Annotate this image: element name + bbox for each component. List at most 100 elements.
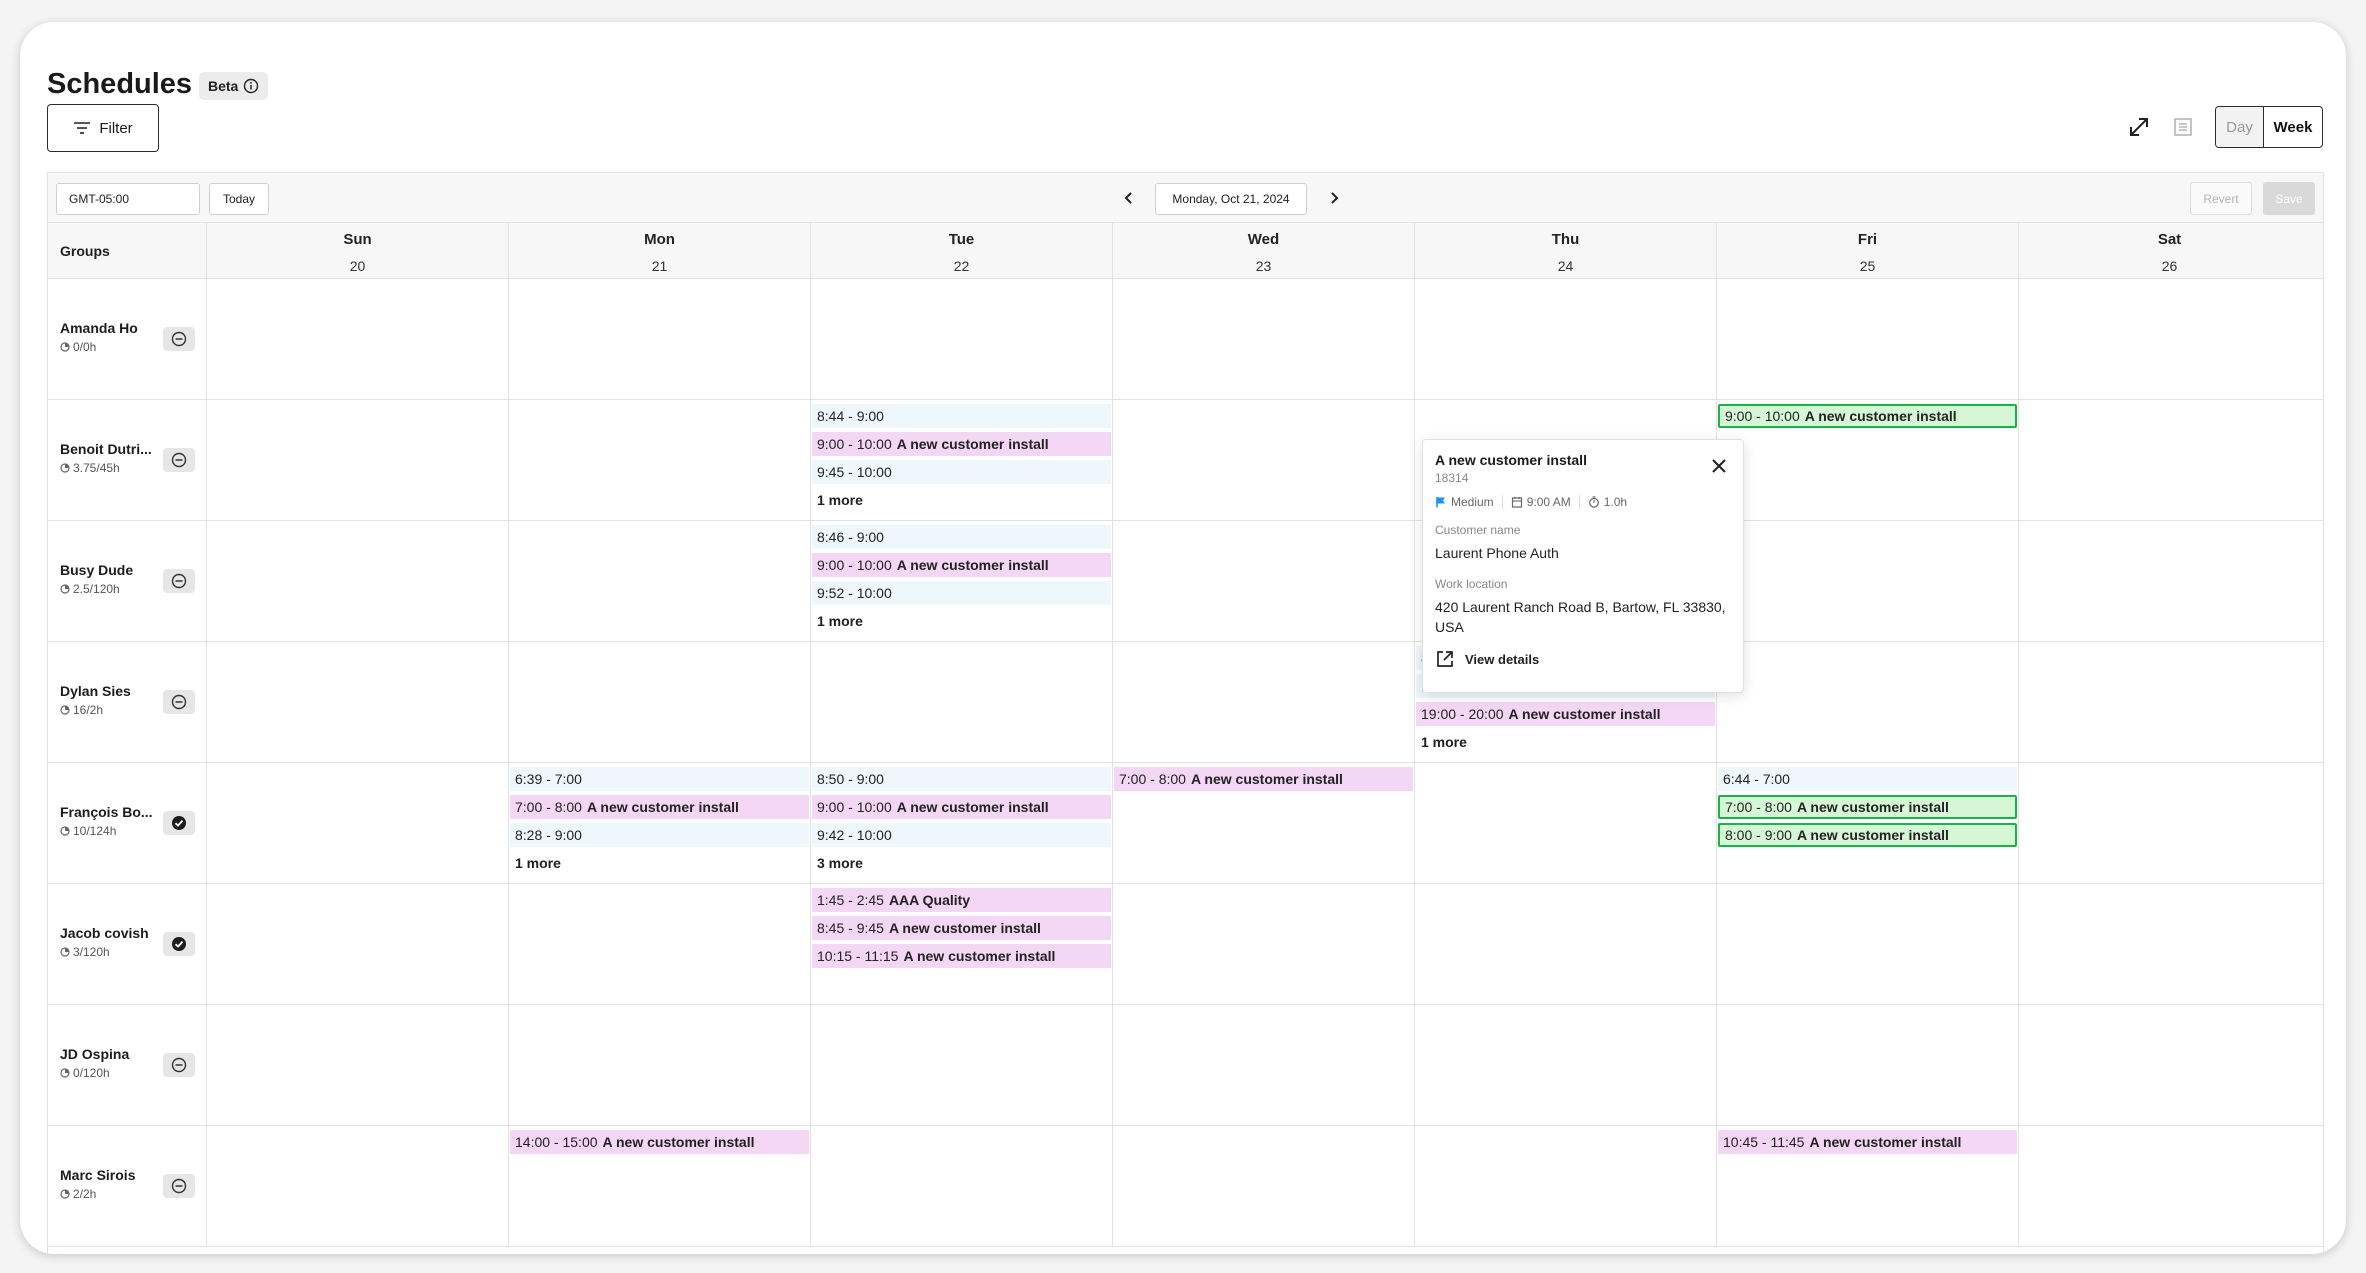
day-cell[interactable] <box>2018 521 2320 642</box>
day-cell[interactable] <box>1112 400 1414 521</box>
schedule-event[interactable]: 7:00 - 8:00 A new customer install <box>1718 795 2017 819</box>
day-cell[interactable] <box>2018 1005 2320 1126</box>
day-cell[interactable] <box>810 279 1112 400</box>
more-events-link[interactable]: 3 more <box>817 855 863 871</box>
schedule-event[interactable]: 9:45 - 10:00 <box>812 460 1111 484</box>
day-cell[interactable] <box>1716 279 2018 400</box>
view-day-button[interactable]: Day <box>2216 107 2264 147</box>
schedule-event[interactable]: 8:28 - 9:00 <box>510 823 809 847</box>
today-button[interactable]: Today <box>209 183 269 215</box>
day-cell[interactable] <box>508 884 810 1005</box>
schedule-event[interactable]: 8:44 - 9:00 <box>812 404 1111 428</box>
more-events-link[interactable]: 1 more <box>817 613 863 629</box>
day-cell[interactable]: 7:00 - 8:00 A new customer install <box>1112 763 1414 884</box>
day-cell[interactable] <box>810 1005 1112 1126</box>
day-cell[interactable] <box>1414 1005 1716 1126</box>
day-cell[interactable] <box>206 521 508 642</box>
day-cell[interactable] <box>1112 1005 1414 1126</box>
revert-button[interactable]: Revert <box>2190 182 2252 215</box>
day-cell[interactable] <box>1414 763 1716 884</box>
day-cell[interactable] <box>206 279 508 400</box>
schedule-event[interactable]: 8:00 - 9:00 A new customer install <box>1718 823 2017 847</box>
minus-circle-icon[interactable] <box>163 1053 195 1077</box>
day-cell[interactable]: 14:00 - 15:00 A new customer install <box>508 1126 810 1247</box>
day-cell[interactable] <box>206 1126 508 1247</box>
day-cell[interactable] <box>1112 279 1414 400</box>
day-cell[interactable]: 6:44 - 7:00 7:00 - 8:00 A new customer ins… <box>1716 763 2018 884</box>
schedule-event[interactable]: 19:00 - 20:00 A new customer install <box>1416 702 1715 726</box>
day-cell[interactable]: 6:39 - 7:00 7:00 - 8:00 A new customer ins… <box>508 763 810 884</box>
schedule-event[interactable]: 8:46 - 9:00 <box>812 525 1111 549</box>
day-cell[interactable] <box>206 763 508 884</box>
day-cell[interactable] <box>508 1005 810 1126</box>
chevron-right-icon[interactable] <box>1322 186 1346 210</box>
info-icon[interactable] <box>243 78 259 94</box>
schedule-event[interactable]: 7:00 - 8:00 A new customer install <box>510 795 809 819</box>
day-cell[interactable]: 8:44 - 9:00 9:00 - 10:00 A new customer in… <box>810 400 1112 521</box>
date-picker[interactable]: Monday, Oct 21, 2024 <box>1155 183 1307 215</box>
minus-circle-icon[interactable] <box>163 569 195 593</box>
schedule-event[interactable]: 9:00 - 10:00 A new customer install <box>812 432 1111 456</box>
day-cell[interactable] <box>1112 884 1414 1005</box>
check-circle-icon[interactable] <box>163 811 195 835</box>
schedule-event[interactable]: 6:44 - 7:00 <box>1718 767 2017 791</box>
day-cell[interactable] <box>2018 642 2320 763</box>
day-cell[interactable] <box>508 521 810 642</box>
check-circle-icon[interactable] <box>163 932 195 956</box>
schedule-event[interactable]: 9:00 - 10:00 A new customer install <box>1718 404 2017 428</box>
day-cell[interactable] <box>206 642 508 763</box>
close-icon[interactable] <box>1709 456 1729 476</box>
schedule-event[interactable]: 6:39 - 7:00 <box>510 767 809 791</box>
day-cell[interactable] <box>1112 642 1414 763</box>
schedule-event[interactable]: 10:45 - 11:45 A new customer install <box>1718 1130 2017 1154</box>
view-details-link[interactable]: View details <box>1435 649 1731 669</box>
day-cell[interactable] <box>1112 1126 1414 1247</box>
day-cell[interactable] <box>206 1005 508 1126</box>
day-cell[interactable] <box>2018 400 2320 521</box>
minus-circle-icon[interactable] <box>163 1174 195 1198</box>
schedule-event[interactable]: 14:00 - 15:00 A new customer install <box>510 1130 809 1154</box>
schedule-event[interactable]: 9:00 - 10:00 A new customer install <box>812 795 1111 819</box>
schedule-event[interactable]: 9:00 - 10:00 A new customer install <box>812 553 1111 577</box>
day-cell[interactable] <box>508 279 810 400</box>
expand-icon[interactable] <box>2127 115 2151 139</box>
day-cell[interactable] <box>1716 521 2018 642</box>
day-cell[interactable] <box>1414 884 1716 1005</box>
day-cell[interactable] <box>508 642 810 763</box>
minus-circle-icon[interactable] <box>163 690 195 714</box>
schedule-event[interactable]: 8:50 - 9:00 <box>812 767 1111 791</box>
timezone-input[interactable]: GMT-05:00 <box>56 183 200 215</box>
day-cell[interactable]: 8:50 - 9:00 9:00 - 10:00 A new customer in… <box>810 763 1112 884</box>
day-cell[interactable]: 10:45 - 11:45 A new customer install <box>1716 1126 2018 1247</box>
minus-circle-icon[interactable] <box>163 327 195 351</box>
day-cell[interactable] <box>2018 1126 2320 1247</box>
view-week-button[interactable]: Week <box>2264 107 2322 147</box>
schedule-event[interactable]: 7:00 - 8:00 A new customer install <box>1114 767 1413 791</box>
more-events-link[interactable]: 1 more <box>1421 734 1467 750</box>
day-cell[interactable] <box>2018 884 2320 1005</box>
day-cell[interactable]: 9:00 - 10:00 A new customer install <box>1716 400 2018 521</box>
day-cell[interactable] <box>1716 884 2018 1005</box>
minus-circle-icon[interactable] <box>163 448 195 472</box>
day-cell[interactable] <box>810 642 1112 763</box>
schedule-event[interactable]: 8:45 - 9:45 A new customer install <box>812 916 1111 940</box>
day-cell[interactable] <box>810 1126 1112 1247</box>
list-view-icon[interactable] <box>2171 115 2195 139</box>
more-events-link[interactable]: 1 more <box>515 855 561 871</box>
schedule-event[interactable]: 9:52 - 10:00 <box>812 581 1111 605</box>
day-cell[interactable] <box>206 400 508 521</box>
day-cell[interactable] <box>1112 521 1414 642</box>
day-cell[interactable] <box>1414 1126 1716 1247</box>
more-events-link[interactable]: 1 more <box>817 492 863 508</box>
day-cell[interactable] <box>2018 763 2320 884</box>
schedule-event[interactable]: 10:15 - 11:15 A new customer install <box>812 944 1111 968</box>
chevron-left-icon[interactable] <box>1117 186 1141 210</box>
day-cell[interactable] <box>1716 1005 2018 1126</box>
day-cell[interactable] <box>1716 642 2018 763</box>
day-cell[interactable] <box>508 400 810 521</box>
day-cell[interactable] <box>206 884 508 1005</box>
day-cell[interactable]: 1:45 - 2:45 AAA Quality 8:45 - 9:45 A new c… <box>810 884 1112 1005</box>
save-button[interactable]: Save <box>2263 182 2315 215</box>
schedule-event[interactable]: 1:45 - 2:45 AAA Quality <box>812 888 1111 912</box>
day-cell[interactable] <box>2018 279 2320 400</box>
